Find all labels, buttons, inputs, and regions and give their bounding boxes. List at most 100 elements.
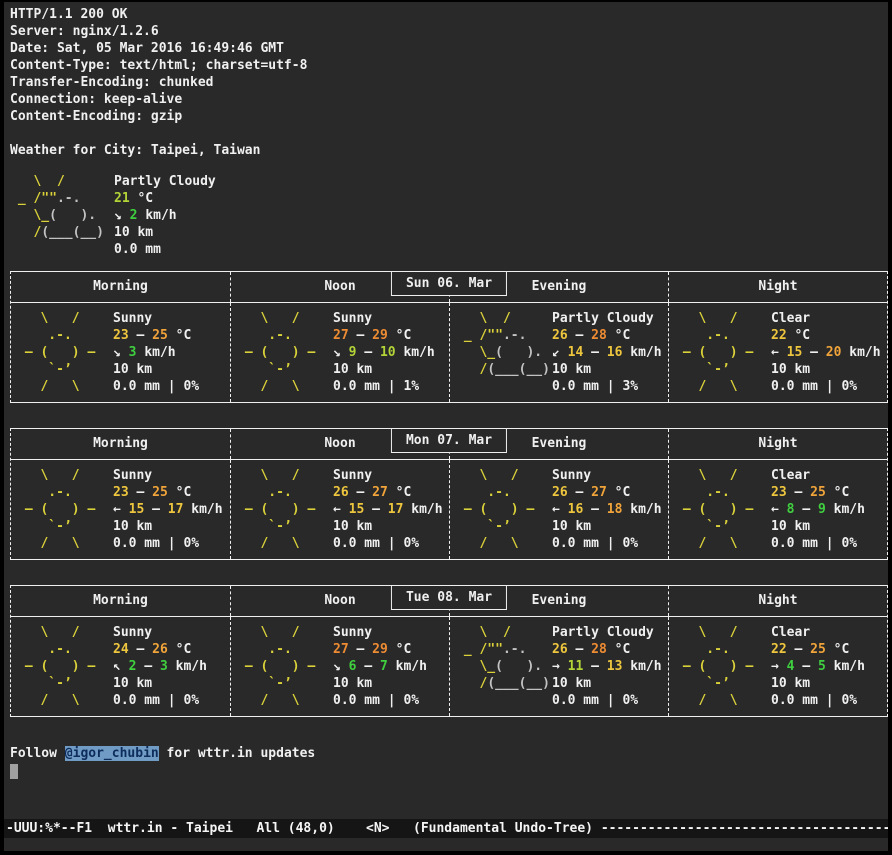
sunny-icon: \ / .-. – ( ) – `-’ / \ — [456, 467, 552, 552]
forecast-section: Mon 07. MarMorningNoonEveningNight \ / .… — [10, 428, 888, 560]
forecast-cell-morning: \ / .-. – ( ) – `-’ / \Sunny23 – 25 °C↘ … — [11, 303, 230, 402]
column-header-morning: Morning — [11, 586, 230, 616]
forecast-cell-noon: \ / .-. – ( ) – `-’ / \Sunny26 – 27 °C← … — [230, 460, 449, 559]
temperature-range: 24 – 26 °C — [113, 641, 207, 658]
column-header-night: Night — [668, 586, 887, 616]
precipitation: 0.0 mm | 0% — [771, 378, 881, 395]
precipitation: 0.0 mm | 0% — [771, 692, 865, 709]
cell-details: Sunny26 – 27 °C← 16 – 18 km/h10 km0.0 mm… — [552, 467, 662, 552]
temperature-range: 22 °C — [771, 327, 881, 344]
precipitation: 0.0 mm | 0% — [333, 535, 443, 552]
cell-details: Sunny27 – 29 °C↘ 9 – 10 km/h10 km0.0 mm … — [333, 310, 435, 395]
temperature-range: 26 – 28 °C — [552, 327, 662, 344]
temperature-range: 26 – 27 °C — [552, 484, 662, 501]
condition-text: Clear — [771, 624, 865, 641]
wind-speed: ← 15 – 17 km/h — [113, 501, 223, 518]
forecast-row: \ / .-. – ( ) – `-’ / \Sunny24 – 26 °C↖ … — [11, 617, 887, 716]
date-box: Mon 07. Mar — [391, 428, 507, 453]
cell-details: Sunny23 – 25 °C← 15 – 17 km/h10 km0.0 mm… — [113, 467, 223, 552]
sunny-icon: \ / .-. – ( ) – `-’ / \ — [17, 467, 113, 552]
condition-text: Sunny — [113, 310, 199, 327]
wind-speed: ← 15 – 17 km/h — [333, 501, 443, 518]
precipitation: 0.0 mm — [114, 241, 216, 258]
visibility: 10 km — [333, 675, 427, 692]
temperature-range: 21 °C — [114, 190, 216, 207]
cell-details: Partly Cloudy26 – 28 °C→ 11 – 13 km/h10 … — [552, 624, 662, 709]
terminal-window[interactable]: HTTP/1.1 200 OK Server: nginx/1.2.6 Date… — [4, 2, 888, 851]
forecast-cell-noon: \ / .-. – ( ) – `-’ / \Sunny27 – 29 °C↘ … — [230, 303, 449, 402]
precipitation: 0.0 mm | 0% — [333, 692, 427, 709]
visibility: 10 km — [552, 675, 662, 692]
visibility: 10 km — [333, 361, 435, 378]
cell-details: Sunny23 – 25 °C↘ 3 km/h10 km0.0 mm | 0% — [113, 310, 199, 395]
partly-cloudy-icon: \ / _ /"".-. \_( ). /(___(__) — [10, 173, 114, 258]
wind-speed: → 4 – 5 km/h — [771, 658, 865, 675]
text-cursor — [10, 764, 18, 779]
forecast-cell-evening: \ / .-. – ( ) – `-’ / \Sunny26 – 27 °C← … — [449, 460, 668, 559]
temperature-range: 27 – 29 °C — [333, 327, 435, 344]
forecast-cell-night: \ / .-. – ( ) – `-’ / \Clear23 – 25 °C← … — [668, 460, 887, 559]
current-details: Partly Cloudy21 °C↘ 2 km/h10 km0.0 mm — [114, 173, 216, 258]
wind-speed: ← 8 – 9 km/h — [771, 501, 865, 518]
date-box: Sun 06. Mar — [391, 271, 507, 296]
sunny-icon: \ / .-. – ( ) – `-’ / \ — [675, 624, 771, 709]
condition-text: Sunny — [333, 467, 443, 484]
sunny-icon: \ / .-. – ( ) – `-’ / \ — [237, 624, 333, 709]
cell-details: Partly Cloudy26 – 28 °C↙ 14 – 16 km/h10 … — [552, 310, 662, 395]
forecast-cell-morning: \ / .-. – ( ) – `-’ / \Sunny23 – 25 °C← … — [11, 460, 230, 559]
sunny-icon: \ / .-. – ( ) – `-’ / \ — [675, 467, 771, 552]
temperature-range: 23 – 25 °C — [113, 484, 223, 501]
wind-speed: ↘ 6 – 7 km/h — [333, 658, 427, 675]
condition-text: Clear — [771, 467, 865, 484]
visibility: 10 km — [114, 224, 216, 241]
partly-cloudy-icon: \ / _ /"".-. \_( ). /(___(__) — [456, 624, 552, 709]
precipitation: 0.0 mm | 0% — [552, 692, 662, 709]
cell-details: Sunny24 – 26 °C↖ 2 – 3 km/h10 km0.0 mm |… — [113, 624, 207, 709]
cell-details: Clear22 °C← 15 – 20 km/h10 km0.0 mm | 0% — [771, 310, 881, 395]
column-header-night: Night — [668, 429, 887, 459]
sunny-icon: \ / .-. – ( ) – `-’ / \ — [237, 310, 333, 395]
precipitation: 0.0 mm | 0% — [771, 535, 865, 552]
temperature-range: 22 – 25 °C — [771, 641, 865, 658]
forecast-row: \ / .-. – ( ) – `-’ / \Sunny23 – 25 °C↘ … — [11, 303, 887, 402]
twitter-handle-link[interactable]: @igor_chubin — [65, 746, 159, 761]
condition-text: Sunny — [333, 624, 427, 641]
condition-text: Partly Cloudy — [552, 310, 662, 327]
condition-text: Sunny — [333, 310, 435, 327]
sunny-icon: \ / .-. – ( ) – `-’ / \ — [17, 624, 113, 709]
temperature-range: 26 – 27 °C — [333, 484, 443, 501]
visibility: 10 km — [113, 675, 207, 692]
forecast-cell-night: \ / .-. – ( ) – `-’ / \Clear22 °C← 15 – … — [668, 303, 887, 402]
wind-speed: ↙ 14 – 16 km/h — [552, 344, 662, 361]
forecast-cell-evening: \ / _ /"".-. \_( ). /(___(__)Partly Clou… — [449, 617, 668, 716]
column-header-morning: Morning — [11, 429, 230, 459]
visibility: 10 km — [113, 518, 223, 535]
precipitation: 0.0 mm | 3% — [552, 378, 662, 395]
cell-details: Sunny27 – 29 °C↘ 6 – 7 km/h10 km0.0 mm |… — [333, 624, 427, 709]
wind-speed: → 11 – 13 km/h — [552, 658, 662, 675]
visibility: 10 km — [771, 518, 865, 535]
precipitation: 0.0 mm | 0% — [113, 692, 207, 709]
cell-details: Sunny26 – 27 °C← 15 – 17 km/h10 km0.0 mm… — [333, 467, 443, 552]
forecast-cell-night: \ / .-. – ( ) – `-’ / \Clear22 – 25 °C→ … — [668, 617, 887, 716]
visibility: 10 km — [552, 361, 662, 378]
cell-details: Clear22 – 25 °C→ 4 – 5 km/h10 km0.0 mm |… — [771, 624, 865, 709]
precipitation: 0.0 mm | 1% — [333, 378, 435, 395]
forecast-row: \ / .-. – ( ) – `-’ / \Sunny23 – 25 °C← … — [11, 460, 887, 559]
wind-speed: ↘ 3 km/h — [113, 344, 199, 361]
sunny-icon: \ / .-. – ( ) – `-’ / \ — [17, 310, 113, 395]
forecast-cell-morning: \ / .-. – ( ) – `-’ / \Sunny24 – 26 °C↖ … — [11, 617, 230, 716]
wind-speed: ↘ 9 – 10 km/h — [333, 344, 435, 361]
precipitation: 0.0 mm | 0% — [113, 378, 199, 395]
temperature-range: 23 – 25 °C — [113, 327, 199, 344]
sunny-icon: \ / .-. – ( ) – `-’ / \ — [237, 467, 333, 552]
current-conditions: \ / _ /"".-. \_( ). /(___(__) Partly Clo… — [10, 173, 888, 258]
condition-text: Sunny — [113, 467, 223, 484]
footer-text-before: Follow — [10, 746, 65, 761]
column-header-night: Night — [668, 272, 887, 302]
condition-text: Partly Cloudy — [552, 624, 662, 641]
emacs-modeline[interactable]: -UUU:%*--F1 wttr.in - Taipei All (48,0) … — [4, 819, 888, 838]
condition-text: Sunny — [552, 467, 662, 484]
forecast-section: Sun 06. MarMorningNoonEveningNight \ / .… — [10, 271, 888, 403]
temperature-range: 23 – 25 °C — [771, 484, 865, 501]
